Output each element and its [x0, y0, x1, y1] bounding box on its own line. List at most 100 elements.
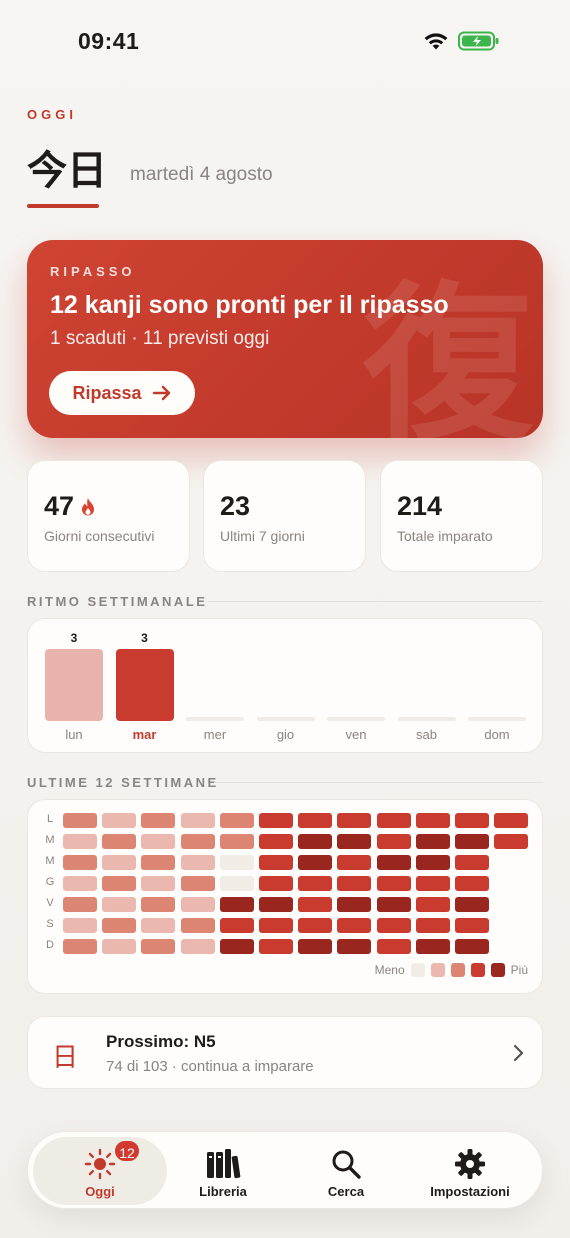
heatmap-cell — [376, 855, 411, 870]
title-underline — [27, 204, 99, 208]
tab-impostazioni[interactable]: Impostazioni — [403, 1137, 537, 1205]
bar-lun — [45, 649, 103, 721]
next-level-card[interactable]: 日 Prossimo: N5 74 di 103 · continua a im… — [27, 1016, 543, 1089]
legend-swatch — [490, 963, 505, 977]
next-level-kanji: 日 — [52, 1043, 79, 1073]
heatmap-cell — [141, 897, 176, 912]
heatmap-cell — [219, 834, 254, 849]
heatmap-cell — [63, 939, 97, 954]
heatmap-cell — [376, 939, 411, 954]
heatmap-cell — [415, 897, 450, 912]
heatmap-cell — [337, 918, 372, 933]
heatmap-row-label: M — [45, 834, 55, 846]
day-column: gio — [256, 619, 316, 754]
heatmap-cell — [259, 855, 293, 870]
stat-card-total: 214 Totale imparato — [380, 460, 543, 572]
heatmap-cell — [415, 939, 450, 954]
heatmap-cell — [455, 918, 489, 933]
page-title: 今日 — [27, 147, 107, 194]
day-label: mar — [132, 727, 157, 742]
bar-mer — [186, 717, 244, 721]
heatmap-cell — [102, 834, 137, 849]
stat-card-week: 23 Ultimi 7 giorni — [203, 460, 366, 572]
section-divider — [208, 601, 543, 602]
bar-sab — [397, 717, 456, 721]
heatmap-cell — [219, 897, 254, 912]
legend-swatch — [450, 963, 465, 977]
battery-icon — [458, 31, 499, 51]
day-label: lun — [65, 727, 83, 742]
tab-libreria[interactable]: Libreria — [156, 1137, 290, 1205]
bar-ven — [327, 717, 385, 721]
heatmap-cell — [337, 834, 372, 849]
heatmap-cell — [415, 813, 450, 828]
heatmap-cell — [102, 897, 137, 912]
tab-cerca[interactable]: Cerca — [279, 1137, 413, 1205]
day-column: dom — [467, 619, 527, 754]
status-bar: 09:41 — [0, 0, 570, 80]
heatmap-cell — [298, 876, 333, 891]
heatmap-cell — [141, 939, 176, 954]
heatmap-row-label: G — [45, 876, 55, 888]
day-label: mer — [203, 727, 227, 742]
heatmap-cell — [180, 855, 215, 870]
heatmap-cell — [415, 876, 450, 891]
heatmap-cell — [415, 855, 450, 870]
heatmap-cell — [180, 834, 215, 849]
heatmap-cell — [63, 897, 97, 912]
review-card: 復 RIPASSO 12 kanji sono pronti per il ri… — [27, 240, 543, 438]
heatmap-cell — [455, 897, 489, 912]
heatmap-cell — [180, 918, 215, 933]
heatmap-cell — [141, 876, 176, 891]
heatmap-cell — [63, 813, 97, 828]
bar-data-label: 3 — [141, 631, 148, 645]
heatmap-row-label: S — [46, 918, 54, 930]
heatmap-cell — [337, 897, 372, 912]
heatmap-cell — [298, 918, 333, 933]
books-icon — [207, 1149, 241, 1179]
heatmap-cell — [337, 939, 372, 954]
tab-oggi[interactable]: 12 Oggi — [33, 1137, 167, 1205]
heatmap-cell — [180, 876, 215, 891]
day-label: dom — [484, 727, 510, 742]
heatmap-cell — [259, 897, 293, 912]
search-icon — [332, 1150, 361, 1179]
review-tag: RIPASSO — [50, 264, 136, 279]
heatmap-cell — [455, 876, 489, 891]
heatmap-cell — [376, 918, 411, 933]
heatmap-cell — [102, 876, 137, 891]
heatmap-cell — [298, 813, 333, 828]
heatmap-cell — [298, 855, 333, 870]
bar-dom — [468, 717, 526, 721]
review-title: 12 kanji sono pronti per il ripasso — [50, 291, 449, 319]
tab-bar: 12 Oggi Libreria Cerca Impostazioni — [27, 1131, 543, 1209]
gear-icon — [455, 1149, 485, 1179]
heatmap-cell — [494, 834, 529, 849]
heatmap-cell — [180, 897, 215, 912]
stat-label: Ultimi 7 giorni — [220, 528, 305, 544]
tab-label: Impostazioni — [430, 1184, 510, 1199]
status-time: 09:41 — [78, 28, 140, 54]
stat-label: Giorni consecutivi — [44, 528, 155, 544]
day-label: sab — [416, 727, 437, 742]
review-button[interactable]: Ripassa — [49, 371, 195, 415]
heatmap-cell — [455, 834, 489, 849]
heatmap-cell — [219, 813, 254, 828]
heatmap-cell — [63, 855, 97, 870]
weekly-chart: 3 lun 3 mar mer gio ven sab dom — [27, 618, 543, 753]
legend-swatch — [430, 963, 445, 977]
next-level-title: Prossimo: N5 — [106, 1032, 216, 1051]
legend-swatch — [410, 963, 425, 977]
heatmap-cell — [455, 939, 489, 954]
heatmap-row-label: L — [46, 813, 54, 825]
heatmap-cell — [180, 939, 215, 954]
day-column: mer — [185, 619, 245, 754]
heatmap-row-label: M — [45, 855, 55, 867]
stat-value: 47 — [44, 491, 96, 522]
heatmap-cell — [219, 939, 254, 954]
heatmap-cell — [337, 813, 372, 828]
heatmap-cell — [219, 855, 254, 870]
review-subtitle: 1 scaduti · 11 previsti oggi — [50, 328, 270, 349]
heatmap-cell — [219, 876, 254, 891]
heatmap-cell — [259, 939, 293, 954]
